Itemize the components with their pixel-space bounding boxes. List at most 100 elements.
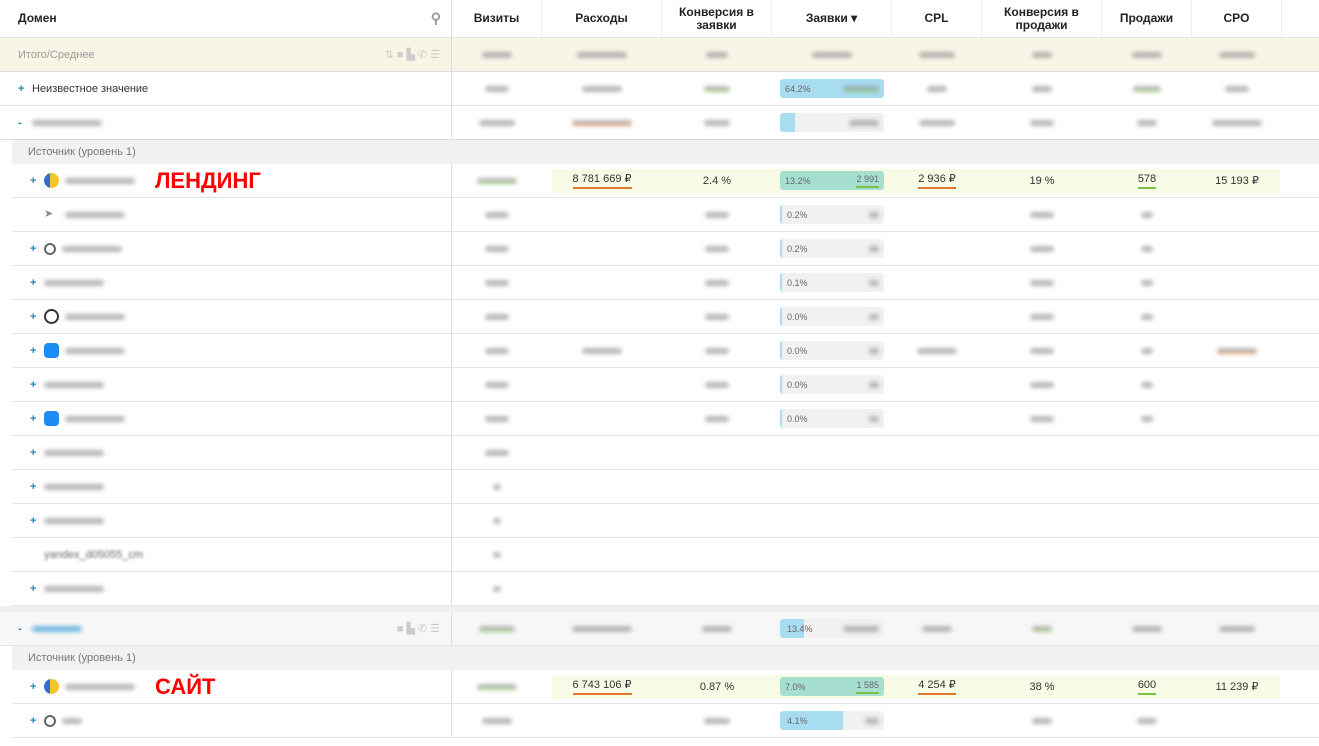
cell-cpo: 11 239 ₽	[1215, 681, 1259, 693]
blurred-value	[1219, 625, 1255, 632]
cell-cpo	[1192, 572, 1282, 605]
collapse-button[interactable]: -	[18, 117, 32, 129]
expand-button[interactable]: +	[30, 681, 44, 693]
cell-visits	[452, 436, 542, 469]
blurred-value	[705, 313, 729, 320]
expand-button[interactable]: +	[30, 311, 44, 323]
group-row[interactable]: -	[0, 106, 1319, 140]
cell-visits	[452, 368, 542, 401]
expand-button[interactable]: +	[18, 83, 32, 95]
cell-conv-leads	[662, 300, 772, 333]
vk-ads-icon	[44, 411, 59, 426]
cell-visits	[452, 300, 542, 333]
col-visits[interactable]: Визиты	[452, 0, 542, 37]
cell-visits	[452, 38, 542, 71]
blurred-value	[705, 381, 729, 388]
cell-cpl	[892, 612, 982, 645]
table-row[interactable]: +0.2%	[12, 232, 1319, 266]
leads-bar: 0.1%	[780, 273, 884, 292]
cell-leads	[772, 538, 892, 571]
cell-cpo: 15 193 ₽	[1215, 175, 1259, 187]
leads-bar: 0.0%	[780, 341, 884, 360]
table-row[interactable]: yandex_d05055_cm	[12, 538, 1319, 572]
table-row[interactable]: +0.0%	[12, 368, 1319, 402]
leads-bar: 64.2%	[780, 79, 884, 98]
blurred-value	[849, 119, 879, 126]
row-action-icons[interactable]: ■▙✆☰	[397, 622, 443, 635]
cell-sales	[1102, 612, 1192, 645]
expand-button[interactable]: +	[30, 481, 44, 493]
expand-button[interactable]: +	[30, 243, 44, 255]
blurred-value	[1030, 211, 1054, 218]
col-sales[interactable]: Продажи	[1102, 0, 1192, 37]
table-row[interactable]: +4.1%	[12, 704, 1319, 738]
cell-expenses	[542, 106, 662, 139]
blurred-value	[705, 211, 729, 218]
cell-visits	[452, 402, 542, 435]
cell-cpl	[892, 300, 982, 333]
cell-expenses	[542, 504, 662, 537]
blurred-value	[577, 51, 627, 58]
blurred-value	[706, 51, 728, 58]
col-conv-sales[interactable]: Конверсия в продажи	[982, 0, 1102, 37]
blurred-value	[865, 717, 879, 724]
cell-conv-sales	[982, 232, 1102, 265]
blurred-value	[1030, 381, 1054, 388]
table-row[interactable]: +0.0%	[12, 334, 1319, 368]
expand-button[interactable]: +	[30, 379, 44, 391]
table-row[interactable]: ➤ 0.2%	[12, 198, 1319, 232]
cell-cpo	[1192, 198, 1282, 231]
cell-sales	[1102, 368, 1192, 401]
table-row[interactable]: +0.0%	[12, 300, 1319, 334]
col-cpo[interactable]: CPO	[1192, 0, 1282, 37]
table-row[interactable]: + Неизвестное значение 64.2%	[0, 72, 1319, 106]
expand-button[interactable]: +	[30, 345, 44, 357]
col-expenses[interactable]: Расходы	[542, 0, 662, 37]
blurred-value	[1141, 279, 1153, 286]
cell-conv-leads	[662, 470, 772, 503]
cell-conv-sales	[982, 106, 1102, 139]
table-row[interactable]: +0.1%	[12, 266, 1319, 300]
blurred-value	[572, 119, 632, 126]
expand-button[interactable]: +	[30, 715, 44, 727]
blurred-value	[702, 625, 732, 632]
expand-button[interactable]: +	[30, 413, 44, 425]
col-domain[interactable]: Домен ⚲	[0, 0, 452, 37]
cell-leads: 64.2%	[772, 72, 892, 105]
blurred-value	[485, 449, 509, 456]
cell-leads	[772, 38, 892, 71]
leads-bar: 13.4%	[780, 619, 884, 638]
cell-sales	[1102, 538, 1192, 571]
blurred-value	[927, 85, 947, 92]
search-icon[interactable]: ⚲	[431, 11, 441, 25]
group-row[interactable]: - ■▙✆☰ 13.4%	[0, 606, 1319, 646]
table-row[interactable]: +	[12, 470, 1319, 504]
col-leads[interactable]: Заявки ▾	[772, 0, 892, 37]
table-row[interactable]: +	[12, 504, 1319, 538]
cell-conv-sales	[982, 38, 1102, 71]
table-row[interactable]: +0.0%	[12, 402, 1319, 436]
leads-bar: 0.0%	[780, 375, 884, 394]
table-row[interactable]: +	[12, 572, 1319, 606]
expand-button[interactable]: +	[30, 277, 44, 289]
yandex-icon	[44, 173, 59, 188]
cell-leads: 0.1%	[772, 266, 892, 299]
blurred-value	[704, 119, 730, 126]
collapse-button[interactable]: -	[18, 623, 32, 635]
blurred-value	[65, 313, 125, 320]
expand-button[interactable]: +	[30, 515, 44, 527]
table-row[interactable]: + САЙТ 6 743 106 ₽ 0.87 % 7.0% 1 585 4 254 ₽ 38…	[12, 670, 1319, 704]
table-row[interactable]: + ЛЕНДИНГ 8 781 669 ₽ 2.4 % 13.2% 2 991 2 936 …	[12, 164, 1319, 198]
cell-cpo	[1192, 704, 1282, 737]
table-row[interactable]: +	[12, 436, 1319, 470]
cell-expenses: 6 743 106 ₽	[542, 670, 662, 703]
expand-button[interactable]: +	[30, 583, 44, 595]
col-cpl[interactable]: CPL	[892, 0, 982, 37]
blurred-value	[869, 279, 879, 286]
expand-button[interactable]: +	[30, 447, 44, 459]
blurred-value	[485, 85, 509, 92]
blurred-value	[493, 551, 501, 558]
expand-button[interactable]: +	[30, 175, 44, 187]
row-action-icons[interactable]: ⇅■▙✆☰	[385, 48, 443, 61]
col-conv-leads[interactable]: Конверсия в заявки	[662, 0, 772, 37]
